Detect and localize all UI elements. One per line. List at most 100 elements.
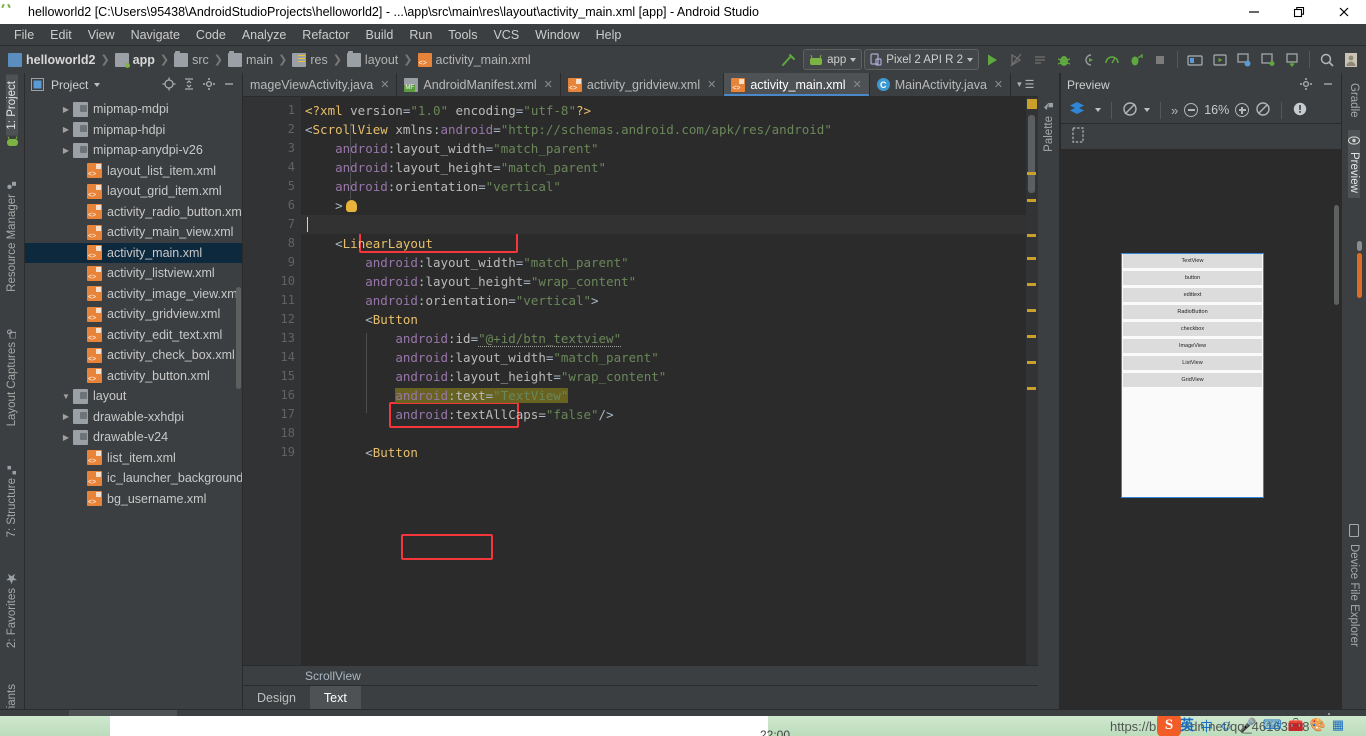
sidebar-item-gradle[interactable]: Gradle (1348, 77, 1360, 124)
tree-item[interactable]: ic_launcher_background.xml (25, 468, 242, 489)
preview-canvas[interactable]: TextViewbuttonedittextRadioButtoncheckbo… (1061, 150, 1341, 709)
editor-tab[interactable]: CMainActivity.java✕ (870, 73, 1011, 96)
tree-item[interactable]: activity_image_view.xml (25, 284, 242, 305)
locate-file-icon[interactable] (162, 77, 176, 94)
orientation-icon[interactable] (1122, 101, 1138, 120)
breadcrumb-main[interactable]: main (228, 53, 273, 67)
avd-manager-icon[interactable] (1184, 49, 1207, 70)
preview-widget-row[interactable]: ListView (1123, 356, 1262, 370)
menu-view[interactable]: View (80, 26, 123, 44)
sidebar-item-palette[interactable]: Palette (1043, 97, 1055, 158)
close-icon[interactable]: ✕ (707, 78, 716, 91)
hide-panel-icon[interactable] (1321, 77, 1335, 94)
code-line[interactable]: <LinearLayout (301, 234, 1026, 253)
tree-item[interactable]: bg_username.xml (25, 489, 242, 510)
editor-tab[interactable]: mageViewActivity.java✕ (243, 73, 397, 96)
tree-scrollbar[interactable] (236, 287, 241, 389)
close-icon[interactable]: ✕ (380, 78, 389, 91)
tree-item[interactable]: activity_listview.xml (25, 263, 242, 284)
emoji-icon[interactable]: ☺ (1219, 717, 1233, 733)
code-line[interactable]: android:orientation="vertical"> (301, 291, 1026, 310)
zoom-out-button[interactable] (1184, 103, 1198, 117)
editor-tab[interactable]: activity_gridview.xml✕ (561, 73, 724, 96)
chevron-right-icon[interactable]: ▶ (59, 105, 73, 114)
sidebar-item-project[interactable]: 1: Project (6, 75, 18, 136)
sync-gradle-icon[interactable] (1281, 49, 1303, 70)
tree-item[interactable]: activity_radio_button.xml (25, 202, 242, 223)
menu-analyze[interactable]: Analyze (234, 26, 294, 44)
chevron-down-icon[interactable] (1144, 108, 1150, 112)
error-stripe-markbar[interactable] (1026, 97, 1038, 665)
avatar[interactable] (1340, 49, 1362, 70)
tree-item[interactable]: layout_list_item.xml (25, 161, 242, 182)
tree-item[interactable]: activity_button.xml (25, 366, 242, 387)
menu-tools[interactable]: Tools (440, 26, 485, 44)
preview-widget-row[interactable]: TextView (1123, 254, 1262, 268)
hide-panel-icon[interactable] (222, 77, 236, 94)
preview-widget-row[interactable]: RadioButton (1123, 305, 1262, 319)
code-line[interactable]: android:id="@+id/btn_textview" (301, 329, 1026, 348)
editor-tab[interactable]: activity_main.xml✕ (724, 73, 869, 96)
sidebar-item-favorites[interactable]: 2: Favorites (6, 567, 18, 654)
chevron-down-icon[interactable]: ▼ (59, 392, 73, 401)
close-icon[interactable]: ✕ (994, 78, 1003, 91)
menu-refactor[interactable]: Refactor (294, 26, 357, 44)
breadcrumb-app[interactable]: app (115, 53, 155, 67)
preview-widget-row[interactable]: GridView (1123, 373, 1262, 387)
apps-grid-icon[interactable]: ▦ (1332, 717, 1344, 733)
menu-edit[interactable]: Edit (42, 26, 80, 44)
project-tree[interactable]: ▶mipmap-mdpi▶mipmap-hdpi▶mipmap-anydpi-v… (25, 97, 242, 709)
ime-punctuation-icon[interactable]: 中 (1200, 716, 1213, 735)
device-selector[interactable]: Pixel 2 API R 2 (864, 49, 979, 70)
close-icon[interactable]: ✕ (853, 78, 862, 91)
preview-scrollbar[interactable] (1334, 205, 1339, 305)
editor-tab[interactable]: AndroidManifest.xml✕ (397, 73, 560, 96)
layout-inspector-icon[interactable] (1233, 49, 1255, 70)
device-file-explorer-icon[interactable] (1257, 49, 1279, 70)
preview-widget-row[interactable]: ImageView (1123, 339, 1262, 353)
tree-item[interactable]: activity_gridview.xml (25, 304, 242, 325)
code-line[interactable] (301, 215, 1026, 234)
gear-icon[interactable] (202, 77, 216, 94)
code-line[interactable]: android:layout_width="match_parent" (301, 348, 1026, 367)
chevron-right-icon[interactable]: ▶ (59, 412, 73, 421)
sidebar-item-preview[interactable]: Preview (1348, 130, 1360, 199)
device-frame-icon[interactable] (1071, 127, 1085, 146)
chevron-right-icon[interactable]: ▶ (59, 146, 73, 155)
zoom-to-fit-icon[interactable] (1255, 101, 1271, 120)
sidebar-item-structure[interactable]: 7: Structure (6, 459, 18, 543)
tree-item[interactable]: ▶drawable-xxhdpi (25, 407, 242, 428)
tree-item[interactable]: ▶mipmap-hdpi (25, 120, 242, 141)
issues-icon[interactable] (1292, 101, 1308, 120)
menu-build[interactable]: Build (358, 26, 402, 44)
tab-text[interactable]: Text (310, 686, 361, 709)
menu-window[interactable]: Window (527, 26, 587, 44)
code-line[interactable]: android:layout_height="wrap_content" (301, 367, 1026, 386)
microphone-icon[interactable]: 🎤 (1239, 717, 1256, 734)
skin-icon[interactable]: 🎨 (1310, 717, 1326, 733)
tree-item[interactable]: list_item.xml (25, 448, 242, 469)
editor-breadcrumb[interactable]: ScrollView (243, 665, 1038, 685)
code-line[interactable]: android:layout_width="match_parent" (301, 253, 1026, 272)
breadcrumb-src[interactable]: src (174, 53, 209, 67)
chevron-right-icon[interactable]: ▶ (59, 125, 73, 134)
tree-item[interactable]: layout_grid_item.xml (25, 181, 242, 202)
tree-item[interactable]: ▶mipmap-anydpi-v26 (25, 140, 242, 161)
code-line[interactable] (301, 424, 1026, 443)
preview-widget-row[interactable]: edittext (1123, 288, 1262, 302)
breadcrumb-res[interactable]: res (292, 53, 327, 67)
menu-file[interactable]: File (6, 26, 42, 44)
tree-item[interactable]: ▶drawable-v24 (25, 427, 242, 448)
tree-item[interactable]: ▶mipmap-mdpi (25, 99, 242, 120)
close-button[interactable] (1321, 0, 1366, 24)
editor-scroll-thumb[interactable] (1028, 115, 1035, 193)
keyboard-icon[interactable]: ⌨ (1263, 717, 1282, 733)
menu-vcs[interactable]: VCS (485, 26, 527, 44)
code-line[interactable]: > (301, 196, 1026, 215)
run-icon[interactable] (981, 49, 1003, 70)
toolbox-icon[interactable]: 🧰 (1288, 717, 1304, 733)
code-line[interactable]: android:layout_height="match_parent" (301, 158, 1026, 177)
code-line[interactable]: android:textAllCaps="false"/> (301, 405, 1026, 424)
ime-language-toggle[interactable]: 英 (1180, 716, 1194, 735)
code-line[interactable]: android:layout_width="match_parent" (301, 139, 1026, 158)
